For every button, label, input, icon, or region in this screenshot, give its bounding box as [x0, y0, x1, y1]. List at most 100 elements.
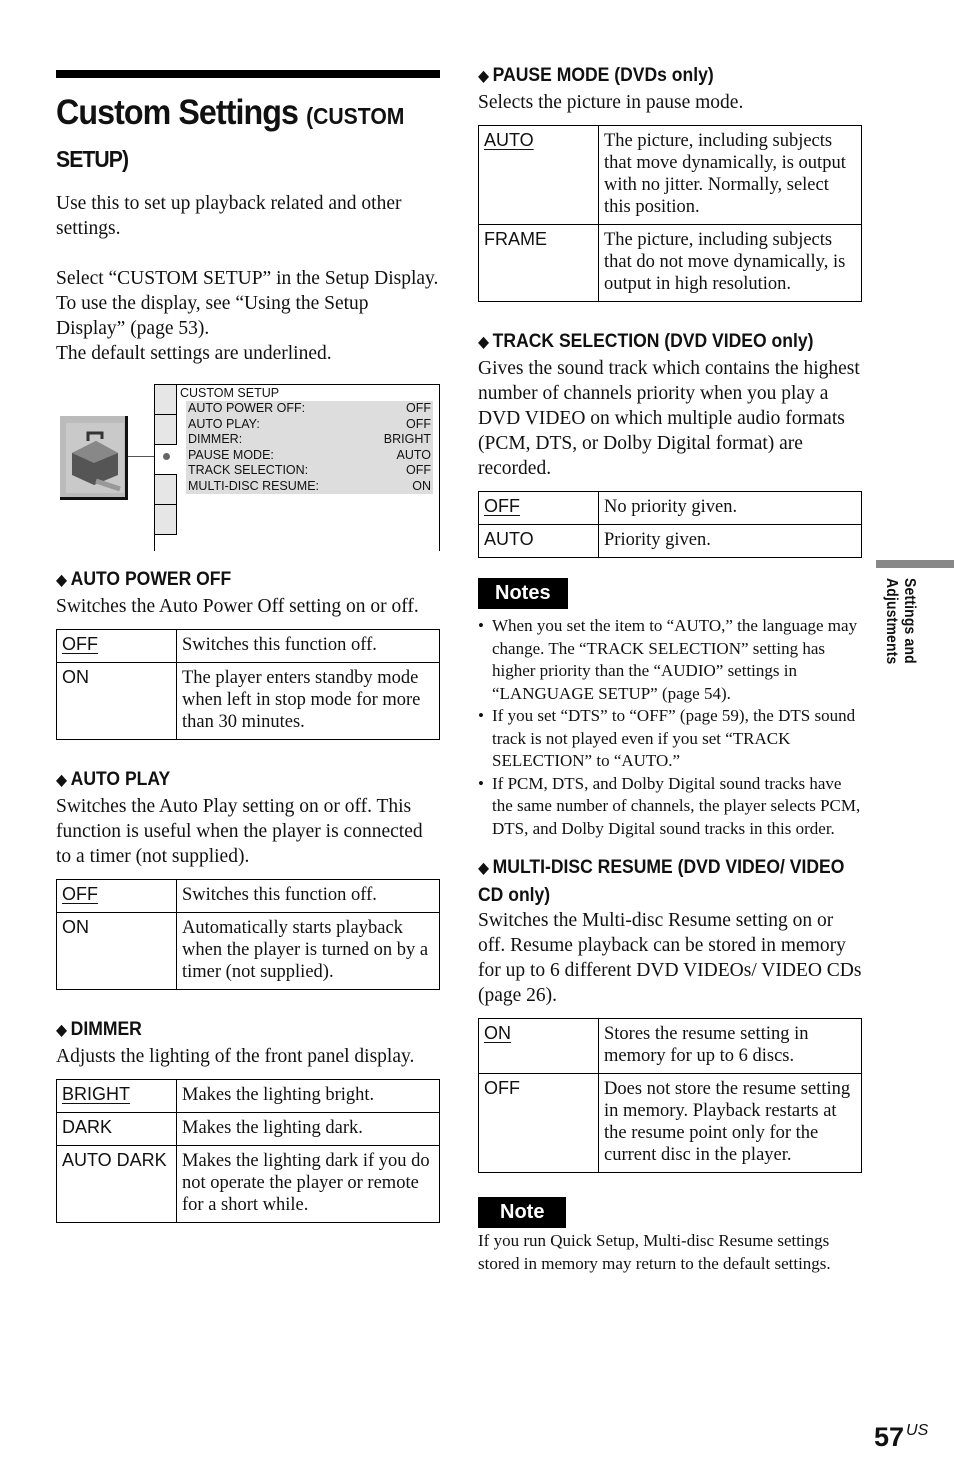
note-badge: Note [478, 1197, 567, 1228]
note-item: When you set the item to “AUTO,” the lan… [478, 615, 862, 705]
section-description: Switches the Auto Play setting on or off… [56, 796, 423, 867]
toolbox-icon [66, 423, 124, 493]
page-number: 57 US [874, 1422, 929, 1452]
text: TRACK SELECTION: [188, 463, 309, 477]
section-description: Switches the Auto Power Off setting on o… [56, 596, 419, 617]
option-key: OFF [478, 491, 599, 525]
text: FRAME [484, 229, 547, 249]
note-text: If you run Quick Setup, Multi-disc Resum… [478, 1231, 831, 1273]
table-row: OFF No priority given. [478, 491, 862, 525]
option-key: DARK [56, 1112, 177, 1146]
text: DIMMER [70, 1018, 142, 1040]
setup-tab [155, 385, 177, 415]
section-heading: ◆ DIMMER [56, 1016, 443, 1044]
notes-list: When you set the item to “AUTO,” the lan… [478, 615, 862, 840]
text: OFF [406, 401, 431, 415]
text: AUTO PLAY [70, 768, 171, 790]
setup-tab [155, 505, 177, 535]
text: PAUSE MODE (DVDs only) [492, 64, 714, 86]
options-table: OFF Switches this function off. ON The pla… [56, 629, 440, 740]
text: DIMMER: [188, 432, 243, 446]
option-description: Automatically starts playback when the p… [176, 912, 440, 990]
option-description: Stores the resume setting in memory for … [598, 1018, 862, 1074]
text: AUTO [484, 529, 534, 549]
option-description: The player enters standby mode when left… [176, 662, 440, 740]
setup-screen: CUSTOM SETUP AUTO POWER OFF: OFF AUTO PLA… [154, 384, 440, 551]
title-sub: (CUSTOM [306, 103, 405, 129]
text: ON [484, 1023, 511, 1043]
text: 57 [874, 1422, 905, 1452]
option-key: OFF [56, 879, 177, 913]
table-row: ON The player enters standby mode when le… [56, 662, 440, 740]
table-row: ON Automatically starts playback when the… [56, 912, 440, 990]
table-row: DARK Makes the lighting dark. [56, 1112, 440, 1146]
section-description: Gives the sound track which contains the… [478, 358, 860, 479]
text: PAUSE MODE: [188, 447, 274, 462]
option-description: Does not store the resume setting in mem… [598, 1073, 862, 1173]
option-description: Makes the lighting dark if you do not op… [176, 1145, 440, 1223]
text: BRIGHT [62, 1084, 131, 1104]
text: DARK [62, 1117, 113, 1137]
option-key: FRAME [478, 224, 599, 302]
option-description: Switches this function off. [176, 629, 440, 663]
text: MULTI-DISC RESUME: [188, 478, 320, 493]
text: ON [412, 478, 431, 493]
table-row: ON Stores the resume setting in memory fo… [478, 1018, 862, 1074]
screen-menu-row: AUTO PLAY: OFF [186, 417, 433, 433]
title-sub-2: SETUP) [56, 146, 129, 172]
options-table: AUTO The picture, including subjects that… [478, 125, 862, 302]
screen-menu-row: AUTO POWER OFF: OFF [186, 401, 433, 417]
setup-tab-custom [155, 445, 177, 475]
section-heading: ◆ PAUSE MODE (DVDs only) [478, 62, 865, 90]
option-description: Makes the lighting dark. [176, 1112, 440, 1146]
right-column: ◆ PAUSE MODE (DVDs only) Selects the pict… [478, 62, 862, 1275]
text: OFF [62, 634, 98, 654]
section-heading: ◆ AUTO POWER OFF [56, 566, 443, 594]
table-row: AUTO Priority given. [478, 524, 862, 558]
left-column: Custom Settings (CUSTOM SETUP) Use this … [56, 70, 440, 1223]
section-description: Selects the picture in pause mode. [478, 92, 744, 113]
option-description: Priority given. [598, 524, 862, 558]
option-key: OFF [478, 1073, 599, 1173]
option-key: OFF [56, 629, 177, 663]
text: ON [62, 667, 89, 687]
notes-badge: Notes [478, 578, 568, 609]
side-tab: Settings and Adjustments [876, 560, 954, 664]
diamond-icon: ◆ [56, 1022, 68, 1039]
intro-paragraph: The default settings are underlined. [56, 343, 332, 364]
title-main: Custom Settings [56, 93, 299, 132]
title-rule [56, 70, 440, 78]
table-row: OFF Switches this function off. [56, 629, 440, 663]
diamond-icon: ◆ [478, 860, 490, 877]
table-row: BRIGHT Makes the lighting bright. [56, 1079, 440, 1113]
text: AUTO POWER OFF: [188, 401, 306, 415]
option-key: ON [56, 662, 177, 740]
option-key: AUTO [478, 524, 599, 558]
option-key: AUTO DARK [56, 1145, 177, 1223]
option-key: ON [478, 1018, 599, 1074]
setup-tab [155, 475, 177, 505]
screen-menu: AUTO POWER OFF: OFF AUTO PLAY: OFF DIMMER:… [186, 401, 433, 494]
screen-menu-row: PAUSE MODE: AUTO [186, 448, 433, 464]
note-item: If you set “DTS” to “OFF” (page 59), the… [478, 705, 862, 773]
table-row: AUTO The picture, including subjects that… [478, 125, 862, 225]
option-description: The picture, including subjects that mov… [598, 125, 862, 225]
option-description: The picture, including subjects that do … [598, 224, 862, 302]
screen-menu-row: TRACK SELECTION: OFF [186, 463, 433, 479]
diamond-icon: ◆ [478, 334, 490, 351]
section-heading: ◆ AUTO PLAY [56, 766, 443, 794]
options-table: OFF Switches this function off. ON Automat… [56, 879, 440, 990]
side-tab-bar [876, 560, 954, 568]
option-key: AUTO [478, 125, 599, 225]
note-item: If PCM, DTS, and Dolby Digital sound tra… [478, 773, 862, 841]
option-description: Switches this function off. [176, 879, 440, 913]
option-description: No priority given. [598, 491, 862, 525]
option-description: Makes the lighting bright. [176, 1079, 440, 1113]
setup-tabs [155, 385, 177, 535]
side-tab-label: Settings and Adjustments [883, 578, 918, 665]
text: AUTO [484, 130, 534, 150]
section-description: Adjusts the lighting of the front panel … [56, 1046, 415, 1067]
screen-menu-row: MULTI-DISC RESUME: ON [186, 479, 433, 495]
screen-header: CUSTOM SETUP [180, 386, 280, 400]
table-row: OFF Switches this function off. [56, 879, 440, 913]
